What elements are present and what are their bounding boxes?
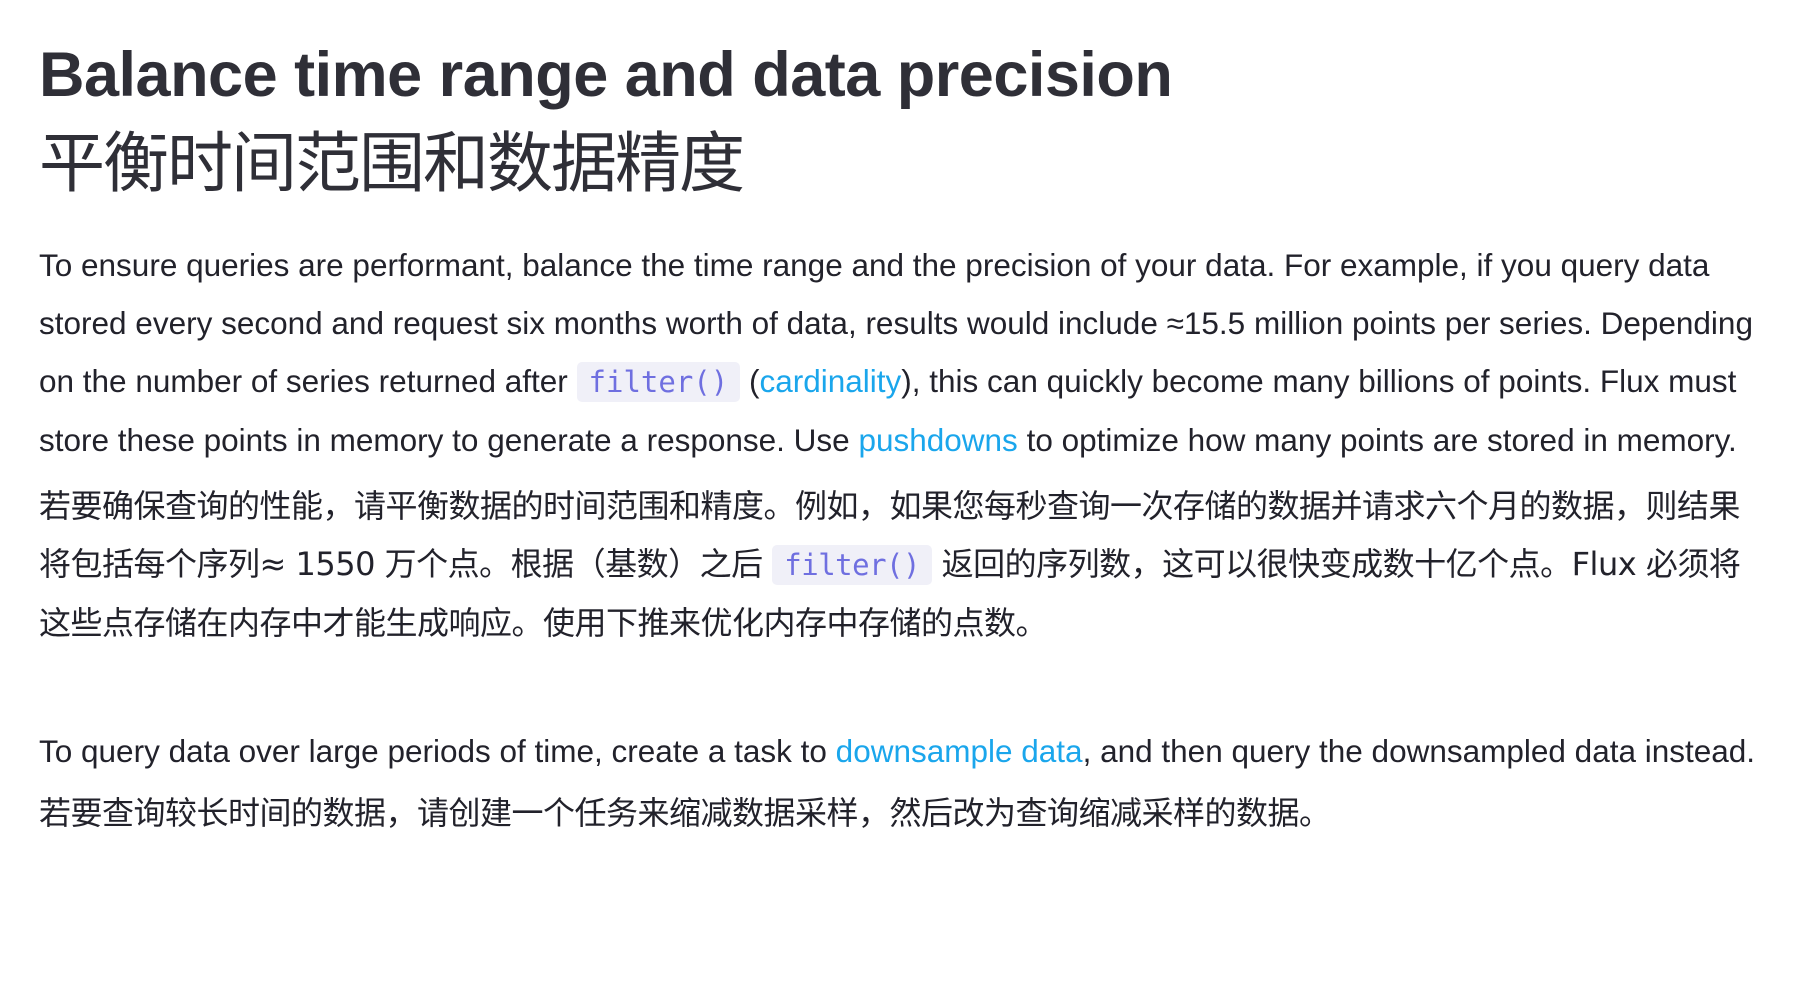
link-cardinality[interactable]: cardinality bbox=[759, 363, 901, 399]
paragraph-precision-zh: 若要确保查询的性能，请平衡数据的时间范围和精度。例如，如果您每秒查询一次存储的数… bbox=[39, 477, 1759, 652]
paragraph-text: ( bbox=[740, 363, 760, 399]
paragraph-downsample-en: To query data over large periods of time… bbox=[39, 722, 1759, 780]
code-filter: filter() bbox=[576, 362, 741, 402]
paragraph-precision-en: To ensure queries are performant, balanc… bbox=[39, 236, 1759, 469]
paragraph-text: to optimize how many points are stored i… bbox=[1017, 422, 1737, 458]
page-title-translation: 平衡时间范围和数据精度 bbox=[39, 125, 745, 202]
paragraph-text: , and then query the downsampled data in… bbox=[1082, 733, 1756, 769]
code-filter-zh: filter() bbox=[772, 545, 932, 585]
page-title: Balance time range and data precision bbox=[39, 40, 1173, 110]
link-pushdowns[interactable]: pushdowns bbox=[858, 422, 1017, 458]
link-downsample-data[interactable]: downsample data bbox=[836, 733, 1083, 769]
paragraph-downsample-zh: 若要查询较长时间的数据，请创建一个任务来缩减数据采样，然后改为查询缩减采样的数据… bbox=[39, 794, 1331, 832]
document-content: Balance time range and data precision 平衡… bbox=[39, 36, 1759, 842]
paragraph-text: To query data over large periods of time… bbox=[39, 733, 836, 769]
